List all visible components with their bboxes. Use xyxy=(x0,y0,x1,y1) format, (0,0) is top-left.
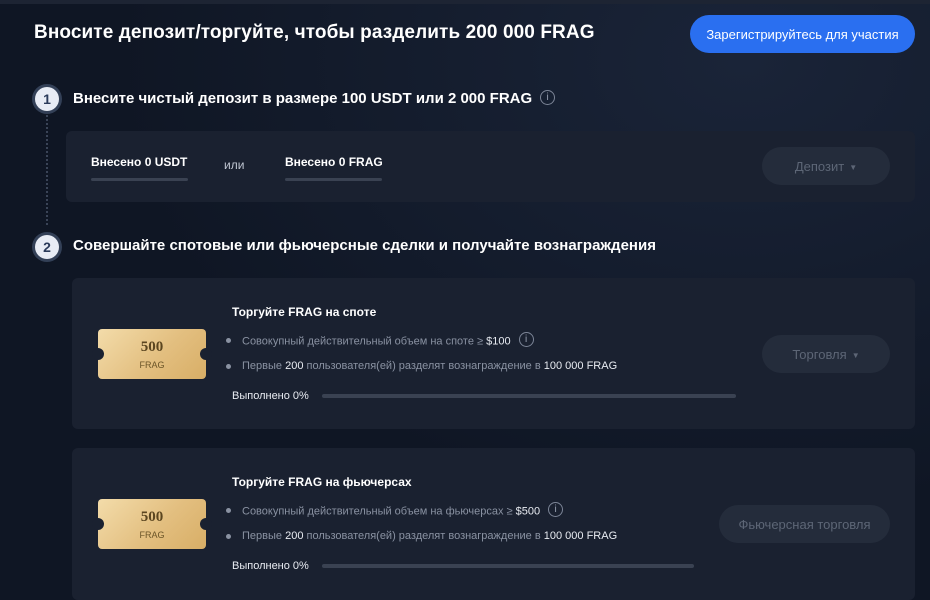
futures-trading-card: 500 FRAG Торгуйте FRAG на фьючерсах Сово… xyxy=(72,448,915,600)
step-1-number: 1 xyxy=(35,87,59,111)
bullet xyxy=(226,534,231,539)
deposited-frag-underline xyxy=(285,178,382,181)
trade-spot-button[interactable]: Торговля ▼ xyxy=(762,335,890,373)
trade-button-label: Торговля xyxy=(792,346,847,362)
step-2-number: 2 xyxy=(35,235,59,259)
requirement-users-prefix: Первые xyxy=(242,360,286,372)
requirement-users-count: 200 xyxy=(285,360,304,372)
reward-ticket: 500 FRAG xyxy=(92,499,212,549)
step-1-title-text: Внесите чистый депозит в размере 100 USD… xyxy=(73,90,533,107)
ticket-amount: 500 xyxy=(140,339,164,355)
trade-futures-button[interactable]: Фьючерсная торговля xyxy=(719,505,890,543)
deposit-button[interactable]: Депозит ▼ xyxy=(762,147,890,185)
bullet xyxy=(226,338,231,343)
requirement-volume: Совокупный действительный объем на фьюче… xyxy=(242,502,564,519)
requirement-users-reward: 100 000 FRAG xyxy=(543,530,618,542)
ticket-unit: FRAG xyxy=(139,530,165,540)
caret-down-icon: ▼ xyxy=(849,162,858,172)
progress-bar xyxy=(322,394,736,398)
info-icon[interactable]: i xyxy=(548,502,564,517)
progress-label: Выполнено 0% xyxy=(232,390,309,402)
reward-ticket: 500 FRAG xyxy=(92,329,212,379)
deposit-button-label: Депозит xyxy=(794,158,845,174)
card-title: Торгуйте FRAG на фьючерсах xyxy=(232,475,412,489)
deposit-panel: Внесено 0 USDT или Внесено 0 FRAG Депози… xyxy=(66,131,915,202)
requirement-volume-text: Совокупный действительный объем на фьюче… xyxy=(242,505,516,518)
progress-bar xyxy=(322,564,694,568)
info-icon[interactable]: i xyxy=(540,89,556,105)
info-icon[interactable]: i xyxy=(518,332,534,347)
caret-down-icon: ▼ xyxy=(851,350,860,360)
deposited-usdt-underline xyxy=(91,178,188,181)
requirement-users-prefix: Первые xyxy=(242,530,286,542)
requirement-users: Первые 200 пользователя(ей) разделят воз… xyxy=(242,530,617,542)
top-divider xyxy=(0,0,930,4)
register-button[interactable]: Зарегистрируйтесь для участия xyxy=(690,15,915,53)
card-title: Торгуйте FRAG на споте xyxy=(232,305,377,319)
or-label: или xyxy=(224,158,245,172)
requirement-volume: Совокупный действительный объем на споте… xyxy=(242,332,534,349)
spot-trading-card: 500 FRAG Торгуйте FRAG на споте Совокупн… xyxy=(72,278,915,429)
bullet xyxy=(226,508,231,513)
ticket-unit: FRAG xyxy=(139,360,165,370)
page-title: Вносите депозит/торгуйте, чтобы разделит… xyxy=(34,22,595,43)
requirement-users-count: 200 xyxy=(285,530,304,542)
progress-label: Выполнено 0% xyxy=(232,560,309,572)
step-2-title: Совершайте спотовые или фьючерсные сделк… xyxy=(73,237,656,254)
requirement-users-mid: пользователя(ей) разделят вознаграждение… xyxy=(303,530,544,542)
deposited-frag: Внесено 0 FRAG xyxy=(285,155,383,169)
step-connector xyxy=(46,115,48,225)
requirement-users: Первые 200 пользователя(ей) разделят воз… xyxy=(242,360,617,372)
deposited-usdt: Внесено 0 USDT xyxy=(91,155,188,169)
futures-button-label: Фьючерсная торговля xyxy=(738,516,871,532)
requirement-users-reward: 100 000 FRAG xyxy=(543,360,618,372)
requirement-users-mid: пользователя(ей) разделят вознаграждение… xyxy=(303,360,544,372)
requirement-volume-value: $100 xyxy=(486,335,511,348)
step-1-title: Внесите чистый депозит в размере 100 USD… xyxy=(73,89,556,107)
requirement-volume-value: $500 xyxy=(515,505,541,518)
requirement-volume-text: Совокупный действительный объем на споте… xyxy=(242,335,487,348)
ticket-amount: 500 xyxy=(140,509,164,525)
bullet xyxy=(226,364,231,369)
